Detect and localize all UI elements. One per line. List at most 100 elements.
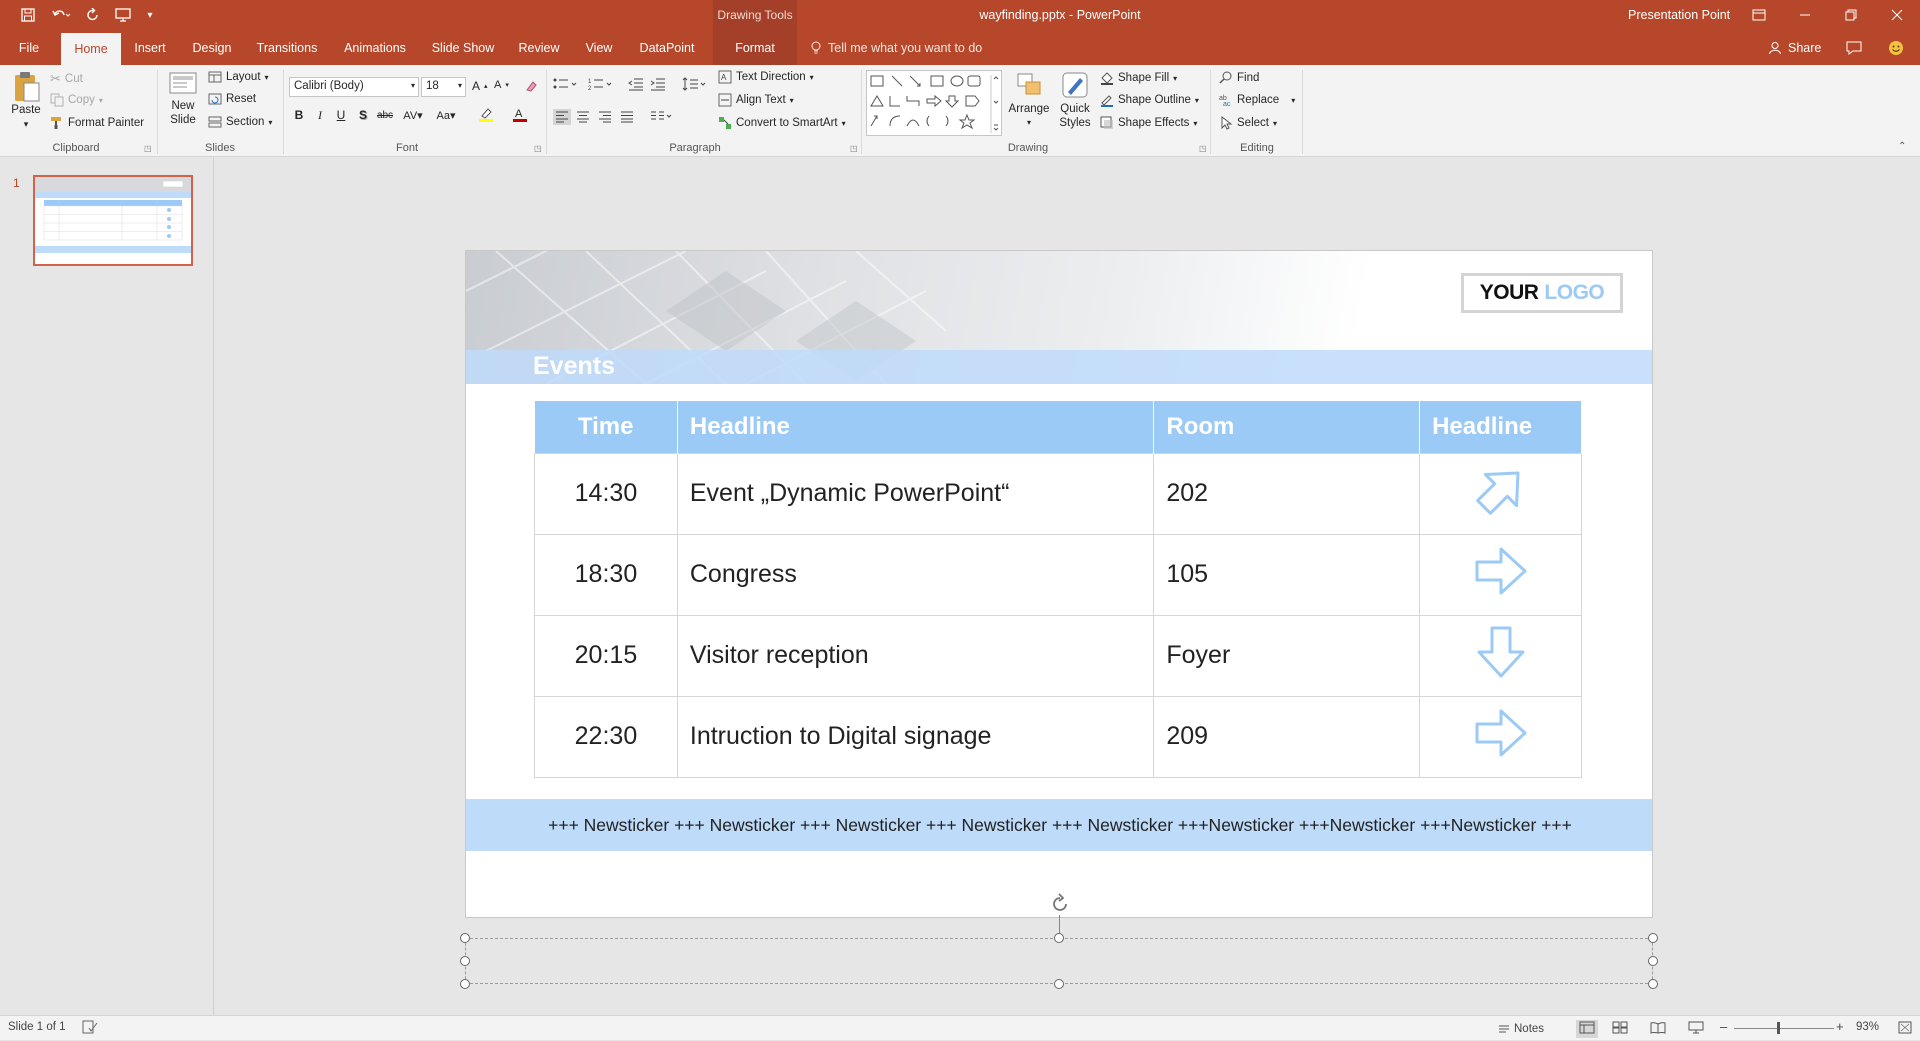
align-center-icon[interactable] <box>576 111 590 123</box>
drawing-launcher-icon[interactable]: ◳ <box>1199 144 1207 153</box>
tab-view[interactable]: View <box>577 30 621 65</box>
decrease-font-size-icon[interactable]: A ▾ <box>494 79 509 91</box>
save-icon[interactable] <box>16 0 40 30</box>
ribbon-display-options-icon[interactable] <box>1736 0 1782 30</box>
layout-button[interactable]: Layout ▾ <box>208 71 269 83</box>
justify-icon[interactable] <box>620 111 634 123</box>
change-case-icon[interactable]: Aa▾ <box>432 105 460 125</box>
copy-button[interactable]: Copy ▾ <box>50 93 103 107</box>
find-button[interactable]: Find <box>1219 71 1259 85</box>
numbering-icon[interactable]: 12 <box>588 77 614 91</box>
increase-indent-icon[interactable] <box>650 77 666 91</box>
tab-home[interactable]: Home <box>61 33 121 65</box>
normal-view-icon[interactable] <box>1576 1020 1598 1038</box>
minimize-icon[interactable] <box>1782 0 1828 30</box>
line-spacing-icon[interactable] <box>682 77 708 91</box>
font-launcher-icon[interactable]: ◳ <box>534 144 542 153</box>
selected-textbox[interactable] <box>465 938 1653 984</box>
start-from-beginning-icon[interactable] <box>110 0 136 30</box>
tab-animations[interactable]: Animations <box>335 30 415 65</box>
zoom-slider[interactable] <box>1734 1028 1834 1029</box>
strikethrough-icon[interactable]: abc <box>376 105 394 125</box>
tab-review[interactable]: Review <box>511 30 567 65</box>
resize-handle[interactable] <box>460 956 470 966</box>
slide-sorter-icon[interactable] <box>1612 1021 1628 1037</box>
tab-slide-show[interactable]: Slide Show <box>427 30 499 65</box>
align-text-button[interactable]: Align Text ▾ <box>718 93 794 107</box>
quick-styles-button[interactable]: Quick Styles <box>1054 70 1096 130</box>
comments-icon[interactable] <box>1840 30 1868 65</box>
columns-icon[interactable] <box>650 111 674 123</box>
font-color-icon[interactable]: A <box>508 105 534 125</box>
tab-format[interactable]: Format <box>713 30 797 65</box>
select-button[interactable]: Select ▾ <box>1219 116 1277 130</box>
notes-button[interactable]: Notes <box>1498 1016 1544 1041</box>
resize-handle[interactable] <box>460 979 470 989</box>
reading-view-icon[interactable] <box>1650 1021 1666 1037</box>
section-button[interactable]: Section ▾ <box>208 116 272 128</box>
cut-button[interactable]: ✂ Cut <box>50 71 83 87</box>
zoom-level[interactable]: 93% <box>1856 1021 1879 1033</box>
arrange-button[interactable]: Arrange ▾ <box>1008 70 1050 130</box>
events-table[interactable]: Time Headline Room Headline 14:30 Event … <box>534 401 1582 778</box>
shape-effects-button[interactable]: Shape Effects ▾ <box>1100 116 1197 130</box>
align-right-icon[interactable] <box>598 111 612 123</box>
zoom-out-button[interactable]: – <box>1720 1019 1727 1034</box>
slide-show-icon[interactable] <box>1688 1021 1704 1037</box>
highlight-color-icon[interactable] <box>474 105 500 125</box>
news-ticker[interactable]: +++ Newsticker +++ Newsticker +++ Newsti… <box>466 799 1652 851</box>
shapes-gallery[interactable] <box>866 70 1002 136</box>
reset-button[interactable]: Reset <box>208 93 256 105</box>
slide-thumbnail[interactable] <box>33 175 193 266</box>
character-spacing-icon[interactable]: AV▾ <box>400 105 426 125</box>
resize-handle[interactable] <box>1054 933 1064 943</box>
fit-slide-icon[interactable] <box>1898 1021 1912 1037</box>
user-name[interactable]: Presentation Point <box>1628 8 1730 22</box>
underline-icon[interactable]: U <box>332 105 350 125</box>
font-size-combo[interactable]: 18 ▾ <box>421 77 466 97</box>
text-direction-button[interactable]: A Text Direction ▾ <box>718 70 814 84</box>
decrease-indent-icon[interactable] <box>628 77 644 91</box>
increase-font-size-icon[interactable]: A ▴ <box>472 79 488 93</box>
zoom-slider-thumb[interactable] <box>1777 1022 1780 1034</box>
customize-qat-icon[interactable]: ▾ <box>142 0 158 30</box>
resize-handle[interactable] <box>1648 933 1658 943</box>
paragraph-launcher-icon[interactable]: ◳ <box>850 144 858 153</box>
new-slide-button[interactable]: New Slide <box>164 71 202 127</box>
bold-icon[interactable]: B <box>290 105 308 125</box>
shape-fill-button[interactable]: Shape Fill ▾ <box>1100 71 1177 85</box>
italic-icon[interactable]: I <box>311 105 329 125</box>
collapse-ribbon-icon[interactable]: ⌃ <box>1898 141 1906 152</box>
clear-formatting-icon[interactable] <box>524 79 538 93</box>
redo-icon[interactable] <box>82 0 104 30</box>
rotate-handle-icon[interactable] <box>1049 893 1071 915</box>
shape-outline-button[interactable]: Shape Outline ▾ <box>1100 93 1199 107</box>
close-icon[interactable] <box>1874 0 1920 30</box>
spell-check-icon[interactable] <box>82 1020 98 1037</box>
resize-handle[interactable] <box>1054 979 1064 989</box>
convert-smartart-button[interactable]: Convert to SmartArt ▾ <box>718 116 846 130</box>
feedback-smiley-icon[interactable] <box>1882 30 1910 65</box>
paste-button[interactable]: Paste ▾ <box>8 71 44 131</box>
tab-insert[interactable]: Insert <box>127 30 173 65</box>
share-button[interactable]: Share <box>1768 30 1821 65</box>
text-shadow-icon[interactable]: S <box>354 105 372 125</box>
resize-handle[interactable] <box>1648 979 1658 989</box>
resize-handle[interactable] <box>1648 956 1658 966</box>
slide-canvas[interactable]: Events YOUR LOGO Time Headline Room Head… <box>465 250 1653 918</box>
restore-icon[interactable] <box>1828 0 1874 30</box>
tab-design[interactable]: Design <box>185 30 239 65</box>
align-left-icon[interactable] <box>553 109 571 125</box>
zoom-in-button[interactable]: + <box>1836 1019 1844 1034</box>
resize-handle[interactable] <box>460 933 470 943</box>
replace-button[interactable]: ab ac Replace ▾ <box>1219 93 1295 107</box>
tab-file[interactable]: File <box>6 30 52 65</box>
format-painter-button[interactable]: Format Painter <box>50 116 144 130</box>
font-name-combo[interactable]: Calibri (Body) ▾ <box>289 77 419 97</box>
tell-me-box[interactable]: Tell me what you want to do <box>810 30 982 65</box>
bullets-icon[interactable] <box>553 77 579 91</box>
tab-datapoint[interactable]: DataPoint <box>633 30 701 65</box>
undo-icon[interactable] <box>46 0 76 30</box>
clipboard-launcher-icon[interactable]: ◳ <box>144 144 152 153</box>
tab-transitions[interactable]: Transitions <box>251 30 323 65</box>
